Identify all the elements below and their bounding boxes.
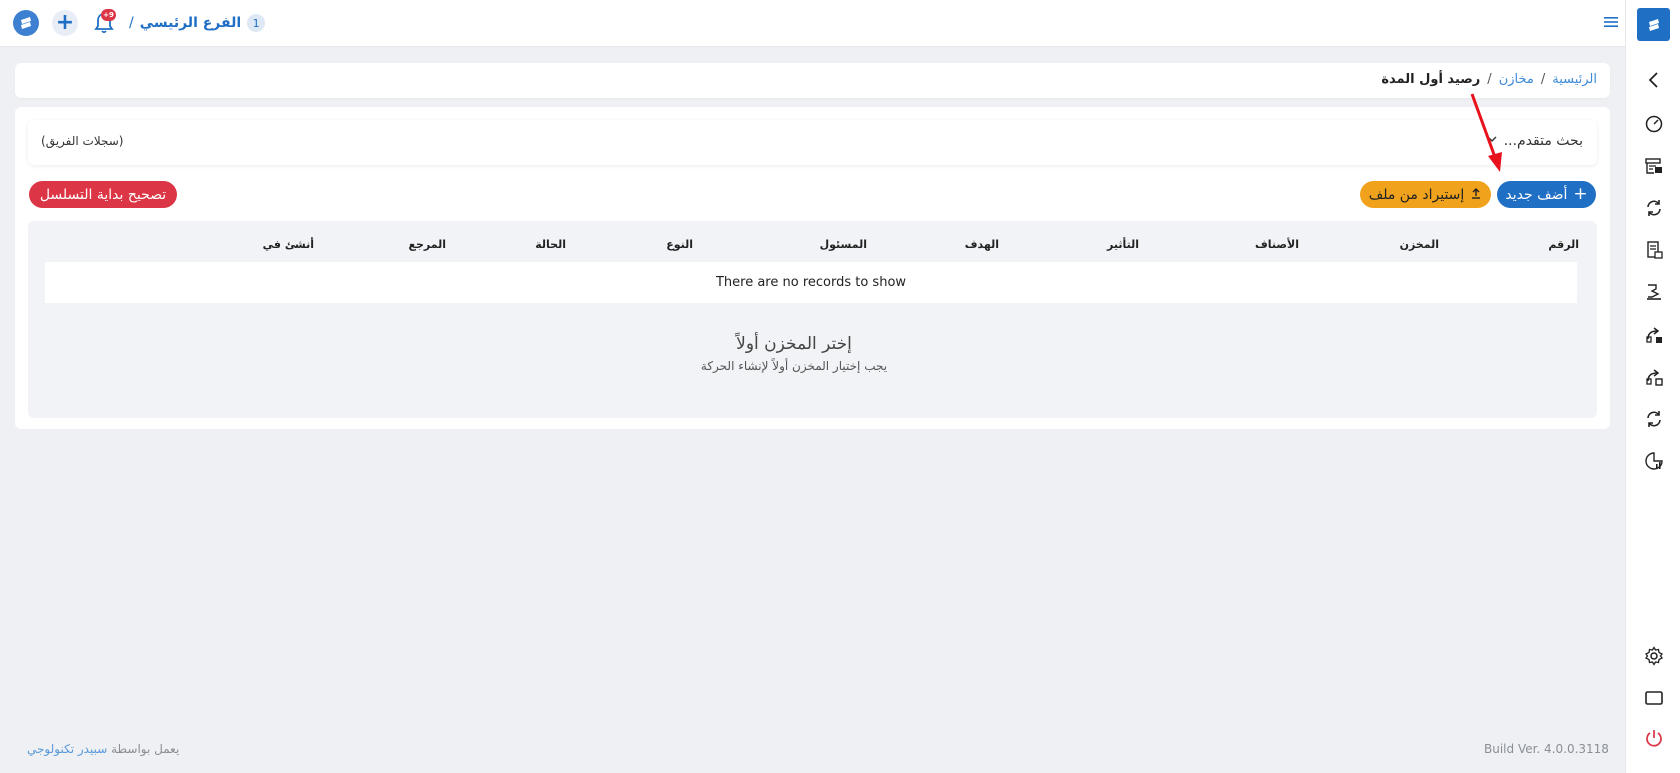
import-file-label: إستيراد من ملف: [1368, 186, 1465, 203]
branch-name: الفرع الرئيسي: [139, 15, 242, 31]
column-header-created-at[interactable]: أنشئ في: [263, 238, 314, 251]
advanced-search-panel[interactable]: بحث متقدم... (سجلات الفريق): [28, 120, 1597, 165]
right-sidebar: [1625, 0, 1680, 773]
reports-chart-icon[interactable]: [1643, 450, 1665, 472]
table-header: الرقم المخزن الأصناف التأثير الهدف المسئ…: [28, 221, 1597, 261]
warehouse-store-icon[interactable]: [1643, 155, 1665, 177]
pallet-stack-icon[interactable]: [1643, 281, 1665, 303]
sync-refresh-icon[interactable]: [1643, 197, 1665, 219]
fullscreen-window-icon[interactable]: [1643, 687, 1665, 709]
branch-number-badge: 1: [247, 14, 266, 32]
breadcrumb-separator: /: [1540, 72, 1546, 87]
transfer-out-icon[interactable]: [1643, 324, 1665, 346]
powered-by-prefix: يعمل بواسطة: [111, 742, 180, 756]
records-table: الرقم المخزن الأصناف التأثير الهدف المسئ…: [28, 221, 1597, 418]
breadcrumb-card: الرئيسية / مخازن / رصيد أول المدة: [15, 63, 1610, 98]
column-header-number[interactable]: الرقم: [1548, 238, 1579, 251]
empty-state-title: إختر المخزن أولاً: [736, 334, 852, 354]
column-header-effect[interactable]: التأثير: [1107, 238, 1139, 251]
annotation-arrow: [1470, 93, 1502, 172]
page-title: رصيد أول المدة: [1381, 72, 1481, 87]
breadcrumb-home-link[interactable]: الرئيسية: [1552, 72, 1597, 87]
no-records-row: There are no records to show: [45, 262, 1577, 303]
notification-count-badge: +9: [101, 9, 116, 21]
stock-sync-icon[interactable]: [1643, 408, 1665, 430]
settings-gear-icon[interactable]: [1643, 645, 1665, 667]
fix-sequence-button[interactable]: تصحيح بداية التسلسل: [29, 181, 177, 208]
plus-icon: +: [1573, 184, 1588, 204]
fix-sequence-label: تصحيح بداية التسلسل: [39, 186, 167, 203]
branch-separator: /: [129, 15, 134, 31]
column-header-type[interactable]: النوع: [666, 238, 693, 251]
upload-icon: [1470, 187, 1482, 203]
column-header-items[interactable]: الأصناف: [1255, 238, 1299, 251]
breadcrumb-separator: /: [1487, 72, 1492, 87]
powered-by: يعمل بواسطة سبيدر تكنولوجي: [27, 742, 179, 756]
main-content-card: بحث متقدم... (سجلات الفريق) + أضف جديد إ…: [15, 107, 1610, 429]
menu-toggle-icon[interactable]: [1603, 14, 1619, 30]
chevron-left-icon[interactable]: [1643, 69, 1665, 91]
branch-selector[interactable]: / الفرع الرئيسي 1: [129, 12, 266, 34]
column-header-status[interactable]: الحالة: [535, 238, 566, 251]
sidebar-logo-icon[interactable]: [1637, 8, 1670, 41]
column-header-target[interactable]: الهدف: [965, 238, 999, 251]
column-header-responsible[interactable]: المسئول: [820, 238, 867, 251]
dashboard-gauge-icon[interactable]: [1643, 112, 1665, 134]
empty-state-subtitle: يجب إختيار المخزن أولاً لإنشاء الحركة: [700, 359, 888, 373]
powered-by-brand-link[interactable]: سبيدر تكنولوجي: [27, 742, 107, 756]
column-header-store[interactable]: المخزن: [1400, 238, 1439, 251]
team-logs-link[interactable]: (سجلات الفريق): [41, 134, 123, 148]
top-header: + +9 / الفرع الرئيسي 1: [0, 0, 1625, 47]
add-new-label: أضف جديد: [1505, 186, 1568, 203]
breadcrumb-stores-link[interactable]: مخازن: [1499, 72, 1534, 87]
column-header-reference[interactable]: المرجع: [408, 238, 446, 251]
quick-add-icon[interactable]: +: [52, 10, 78, 36]
power-logout-icon[interactable]: [1643, 727, 1665, 749]
inventory-printer-icon[interactable]: [1643, 239, 1665, 261]
add-new-button[interactable]: + أضف جديد: [1497, 181, 1596, 208]
build-version: Build Ver. 4.0.0.3118: [1484, 742, 1609, 756]
app-logo-icon[interactable]: [13, 10, 39, 36]
breadcrumb: الرئيسية / مخازن / رصيد أول المدة: [1381, 72, 1597, 87]
advanced-search-title: بحث متقدم...: [1503, 133, 1583, 149]
transfer-in-icon[interactable]: [1643, 366, 1665, 388]
